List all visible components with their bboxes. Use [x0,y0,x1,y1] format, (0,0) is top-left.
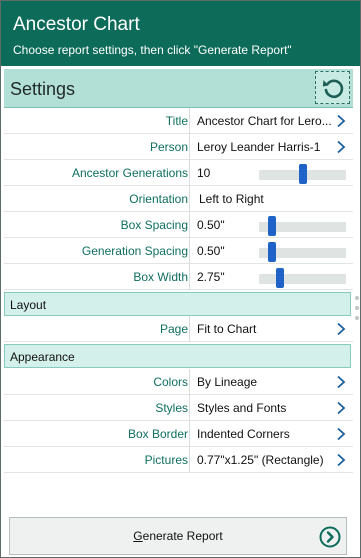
pictures-label: Pictures [144,453,188,467]
box-border-value: Indented Corners [197,427,290,441]
chevron-right-icon[interactable] [336,427,346,441]
row-divider [189,134,190,160]
row-divider [189,421,190,447]
box-spacing-slider[interactable] [259,216,346,236]
box-border-label: Box Border [127,427,188,441]
layout-section-label: Layout [10,298,47,312]
row-divider [189,369,190,395]
title-value: Ancestor Chart for Lero... [197,114,332,128]
ancestor-generations-label: Ancestor Generations [71,166,188,180]
generate-report-button[interactable]: Generate Report [9,517,347,555]
row-divider [189,316,190,342]
generate-report-access-key: G [133,529,143,543]
chevron-right-icon[interactable] [336,114,346,128]
settings-header: Settings [4,69,353,108]
chevron-right-icon[interactable] [336,140,346,154]
colors-value: By Lineage [197,375,258,389]
resize-grip-dot[interactable] [355,306,359,310]
styles-label: Styles [155,401,188,415]
chevron-right-icon[interactable] [336,375,346,389]
generation-spacing-row: Generation Spacing 0.50" [4,238,353,264]
pictures-value: 0.77"x1.25" (Rectangle) [197,453,324,467]
box-spacing-row: Box Spacing 0.50" [4,212,353,238]
appearance-section-header[interactable]: Appearance [4,344,351,368]
pictures-row[interactable]: Pictures 0.77"x1.25" (Rectangle) [4,447,353,473]
person-value: Leroy Leander Harris-1 [197,140,321,154]
styles-value: Styles and Fonts [197,401,287,415]
generate-report-label: Generate Report [10,529,346,543]
row-divider [189,212,190,238]
slider-thumb[interactable] [268,216,276,236]
layout-section-header[interactable]: Layout [4,292,351,316]
generate-report-text: enerate Report [142,529,223,543]
box-border-row[interactable]: Box Border Indented Corners [4,421,353,447]
chevron-right-icon[interactable] [336,401,346,415]
row-divider [189,108,190,134]
reset-button[interactable] [315,71,350,104]
colors-row[interactable]: Colors By Lineage [4,369,353,395]
box-spacing-value: 0.50" [197,218,225,232]
row-divider [189,238,190,264]
box-width-slider[interactable] [259,268,346,288]
styles-row[interactable]: Styles Styles and Fonts [4,395,353,421]
row-divider [189,447,190,473]
resize-grip-dot[interactable] [355,316,359,320]
page-value: Fit to Chart [197,322,257,336]
chevron-right-icon[interactable] [336,453,346,467]
title-label: Title [165,114,188,128]
slider-thumb[interactable] [299,164,307,184]
generation-spacing-slider[interactable] [259,242,346,262]
ancestor-generations-value: 10 [197,166,211,180]
orientation-row[interactable]: Orientation Left to Right [4,186,353,212]
slider-thumb[interactable] [276,268,284,288]
dialog-title: Ancestor Chart [13,14,140,35]
dialog-subtitle: Choose report settings, then click "Gene… [13,43,292,57]
arrow-circle-right-icon [319,526,341,548]
box-spacing-label: Box Spacing [120,218,188,232]
row-divider [189,395,190,421]
person-row[interactable]: Person Leroy Leander Harris-1 [4,134,353,160]
orientation-label: Orientation [129,192,188,206]
dialog-window: Ancestor Chart Choose report settings, t… [0,0,361,558]
ancestor-generations-slider[interactable] [259,164,346,184]
ancestor-generations-row: Ancestor Generations 10 [4,160,353,186]
page-row[interactable]: Page Fit to Chart [4,316,353,342]
settings-label: Settings [10,79,76,99]
slider-thumb[interactable] [268,242,276,262]
generation-spacing-value: 0.50" [197,244,225,258]
chevron-right-icon[interactable] [336,322,346,336]
box-width-value: 2.75" [197,270,225,284]
row-divider [189,186,190,212]
header: Ancestor Chart Choose report settings, t… [1,1,360,66]
reset-icon [322,79,343,98]
colors-label: Colors [153,375,188,389]
person-label: Person [149,140,188,154]
generation-spacing-label: Generation Spacing [81,244,188,258]
row-divider [189,160,190,186]
page-label: Page [159,322,188,336]
box-width-label: Box Width [133,270,188,284]
appearance-section-label: Appearance [10,350,75,364]
row-divider [189,264,190,290]
box-width-row: Box Width 2.75" [4,264,353,290]
orientation-value[interactable]: Left to Right [199,192,264,206]
title-row[interactable]: Title Ancestor Chart for Lero... [4,108,353,134]
resize-grip-dot[interactable] [355,296,359,300]
